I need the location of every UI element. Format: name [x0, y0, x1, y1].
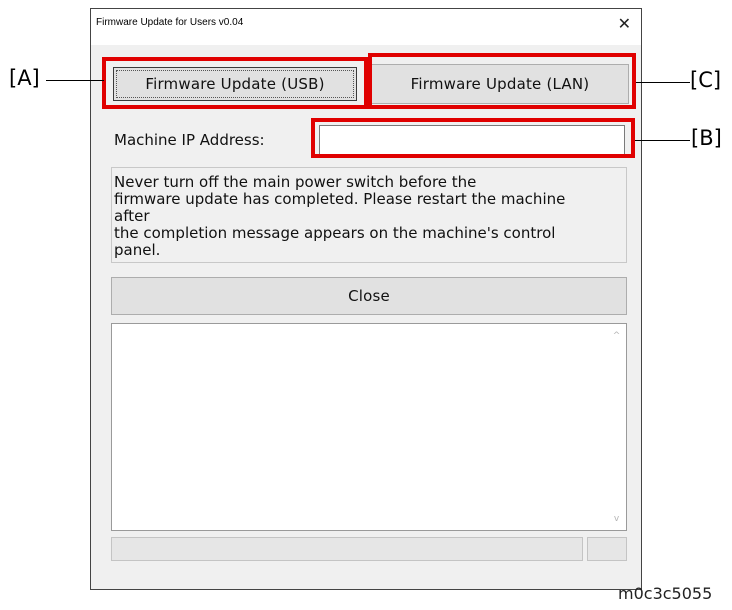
window-title: Firmware Update for Users v0.04: [96, 17, 244, 28]
highlight-b: [311, 118, 635, 158]
figure-code: m0c3c5055: [618, 584, 713, 603]
leader-line-a: [46, 80, 104, 81]
status-bar: [111, 537, 627, 561]
callout-c: [C]: [690, 68, 722, 92]
leader-line-b: [635, 140, 690, 141]
machine-ip-label: Machine IP Address:: [114, 131, 265, 149]
message-line: the completion message appears on the ma…: [114, 224, 556, 242]
status-panel-main: [111, 537, 583, 561]
leader-line-c: [636, 82, 690, 83]
scroll-down-icon[interactable]: v: [608, 510, 625, 527]
warning-message: Never turn off the main power switch bef…: [111, 167, 627, 263]
log-scrollbar[interactable]: ^ v: [608, 325, 625, 529]
status-panel-secondary: [587, 537, 627, 561]
callout-a: [A]: [9, 66, 40, 90]
highlight-a: [102, 57, 368, 109]
close-button-label: Close: [348, 287, 390, 305]
message-line: Never turn off the main power switch bef…: [114, 173, 477, 191]
log-output[interactable]: ^ v: [111, 323, 627, 531]
scroll-up-icon[interactable]: ^: [608, 327, 625, 344]
highlight-c: [368, 53, 636, 109]
message-line: after: [114, 207, 150, 225]
message-line: panel.: [114, 241, 161, 259]
callout-b: [B]: [691, 126, 722, 150]
message-line: firmware update has completed. Please re…: [114, 190, 566, 208]
title-bar: Firmware Update for Users v0.04 ✕: [91, 9, 641, 45]
close-button[interactable]: Close: [111, 277, 627, 315]
close-window-icon[interactable]: ✕: [618, 14, 631, 33]
